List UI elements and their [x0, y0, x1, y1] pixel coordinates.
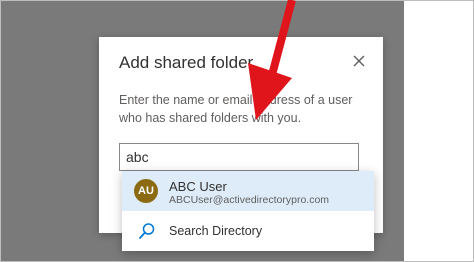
avatar: AU — [134, 179, 158, 203]
user-search-input[interactable] — [119, 143, 359, 171]
dialog-title: Add shared folder — [119, 53, 254, 72]
suggestion-user-name: ABC User — [169, 179, 227, 194]
suggestion-dropdown: AU ABC User ABCUser@activedirectorypro.c… — [122, 171, 374, 251]
dialog-description: Enter the name or email address of a use… — [119, 93, 353, 125]
search-directory-option[interactable]: Search Directory — [122, 211, 374, 251]
search-icon — [139, 223, 155, 239]
search-directory-label: Search Directory — [169, 224, 263, 238]
suggestion-user-email: ABCUser@activedirectorypro.com — [169, 194, 330, 206]
suggestion-user-abc[interactable]: AU ABC User ABCUser@activedirectorypro.c… — [122, 171, 374, 211]
close-button[interactable] — [349, 51, 369, 71]
close-icon — [353, 55, 365, 67]
